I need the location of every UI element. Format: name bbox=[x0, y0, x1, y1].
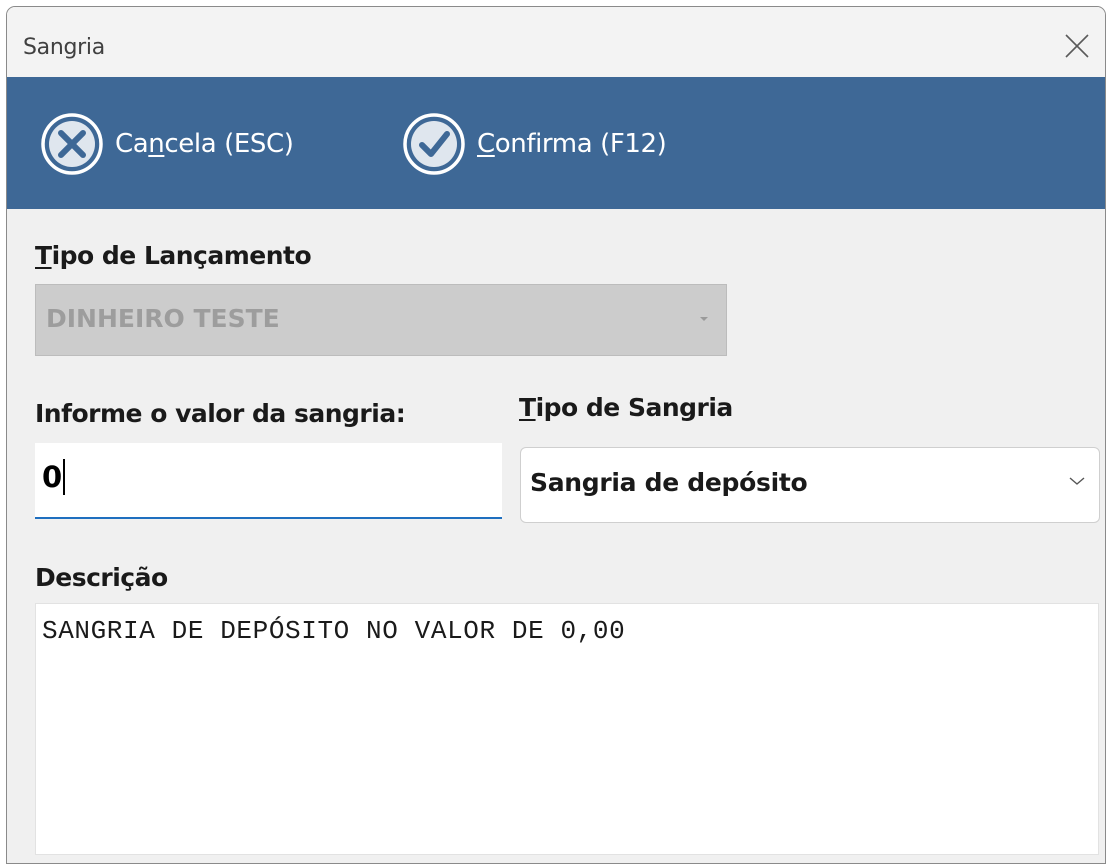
tipo-sangria-value: Sangria de depósito bbox=[530, 468, 808, 497]
close-icon bbox=[1065, 34, 1089, 58]
title-bar: Sangria bbox=[7, 7, 1105, 77]
tipo-sangria-select[interactable]: Sangria de depósito bbox=[520, 447, 1100, 523]
cancel-circle-x-icon bbox=[41, 113, 103, 175]
valor-sangria-value: 0 bbox=[42, 460, 63, 494]
tipo-lancamento-label: Tipo de Lançamento bbox=[35, 241, 312, 270]
tipo-lancamento-value: DINHEIRO TESTE bbox=[46, 304, 280, 333]
valor-sangria-label: Informe o valor da sangria: bbox=[35, 399, 406, 428]
text-caret bbox=[63, 459, 65, 495]
confirm-label: Confirma (F12) bbox=[477, 129, 667, 159]
cancel-button[interactable]: Cancela (ESC) bbox=[37, 109, 294, 179]
tipo-lancamento-select[interactable]: DINHEIRO TESTE bbox=[35, 284, 727, 356]
descricao-value: SANGRIA DE DEPÓSITO NO VALOR DE 0,00 bbox=[42, 616, 626, 646]
form-content: Tipo de Lançamento DINHEIRO TESTE Inform… bbox=[7, 209, 1105, 863]
window-title: Sangria bbox=[23, 35, 105, 60]
sangria-dialog: Sangria Cancela (ESC) Confirma (F12) Tip… bbox=[6, 6, 1106, 864]
confirm-circle-check-icon bbox=[403, 113, 465, 175]
tipo-sangria-label: Tipo de Sangria bbox=[519, 393, 733, 422]
close-button[interactable] bbox=[1049, 21, 1105, 77]
confirm-button[interactable]: Confirma (F12) bbox=[399, 109, 667, 179]
dropdown-arrow-icon bbox=[700, 317, 708, 321]
cancel-label: Cancela (ESC) bbox=[115, 129, 294, 159]
descricao-label: Descrição bbox=[35, 563, 168, 592]
chevron-down-icon bbox=[1069, 477, 1085, 485]
toolbar: Cancela (ESC) Confirma (F12) bbox=[7, 77, 1105, 209]
valor-sangria-input[interactable]: 0 bbox=[35, 443, 502, 519]
descricao-textarea[interactable]: SANGRIA DE DEPÓSITO NO VALOR DE 0,00 bbox=[35, 603, 1099, 855]
